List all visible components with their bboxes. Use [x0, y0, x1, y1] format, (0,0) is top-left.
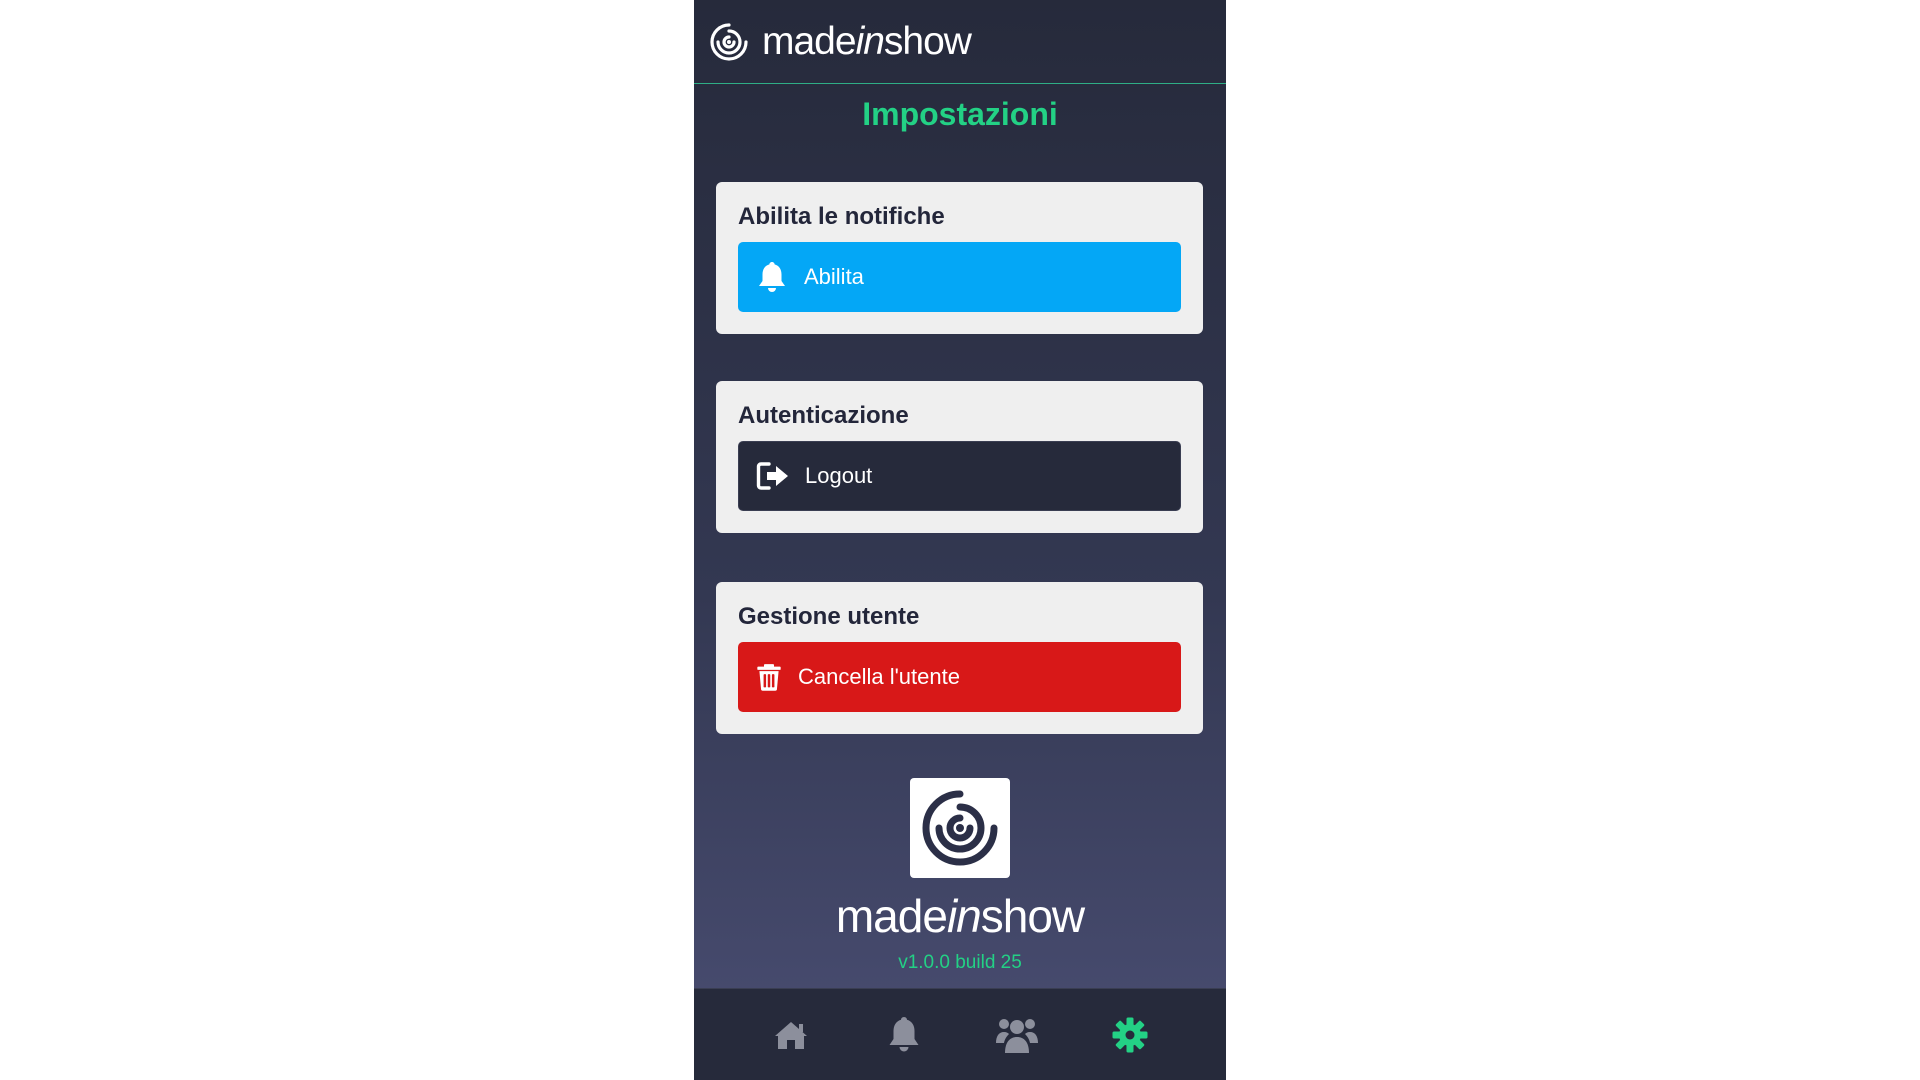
tab-settings[interactable]	[1106, 1011, 1154, 1059]
gear-icon	[1112, 1017, 1147, 1052]
user-management-card-title: Gestione utente	[738, 603, 920, 630]
enable-notifications-button[interactable]: Abilita	[738, 242, 1181, 312]
delete-user-label: Cancella l'utente	[798, 664, 960, 689]
home-icon	[774, 1021, 807, 1049]
logout-icon	[756, 462, 788, 490]
page-title: Impostazioni	[862, 96, 1058, 132]
tab-notifications[interactable]	[880, 1011, 928, 1059]
user-management-card: Gestione utente Cancella l'utente	[716, 582, 1203, 734]
tab-home[interactable]	[767, 1011, 815, 1059]
auth-card: Autenticazione Logout	[716, 381, 1203, 533]
bell-icon	[759, 262, 785, 292]
users-icon	[995, 1018, 1038, 1053]
footer-branding: madeinshow v1.0.0 build 25	[694, 778, 1226, 974]
top-bar: madeinshow	[694, 0, 1226, 84]
bottom-tab-bar	[694, 988, 1226, 1080]
trash-icon	[757, 664, 781, 691]
brand-wordmark: madeinshow	[762, 19, 972, 64]
tab-users[interactable]	[993, 1011, 1041, 1059]
notifications-card: Abilita le notifiche Abilita	[716, 182, 1203, 334]
target-swirl-icon	[710, 22, 748, 61]
brand-prefix: made	[762, 19, 857, 63]
logout-label: Logout	[805, 463, 873, 488]
notifications-card-title: Abilita le notifiche	[738, 203, 945, 230]
delete-user-button[interactable]: Cancella l'utente	[738, 642, 1181, 712]
app-logo	[910, 778, 1010, 878]
logout-button[interactable]: Logout	[738, 441, 1181, 511]
brand-mid: in	[855, 19, 885, 63]
footer-brand-mid: in	[946, 890, 982, 942]
target-swirl-icon	[922, 790, 998, 866]
enable-notifications-label: Abilita	[804, 264, 864, 289]
app-screen: madeinshow Impostazioni Abilita le notif…	[694, 0, 1226, 1080]
version-label: v1.0.0 build 25	[898, 952, 1022, 973]
footer-wordmark: madeinshow	[694, 888, 1226, 944]
footer-brand-prefix: made	[835, 890, 948, 942]
auth-card-title: Autenticazione	[738, 402, 909, 429]
brand-suffix: show	[883, 19, 972, 63]
footer-brand-suffix: show	[980, 890, 1085, 942]
bell-icon	[889, 1016, 918, 1051]
